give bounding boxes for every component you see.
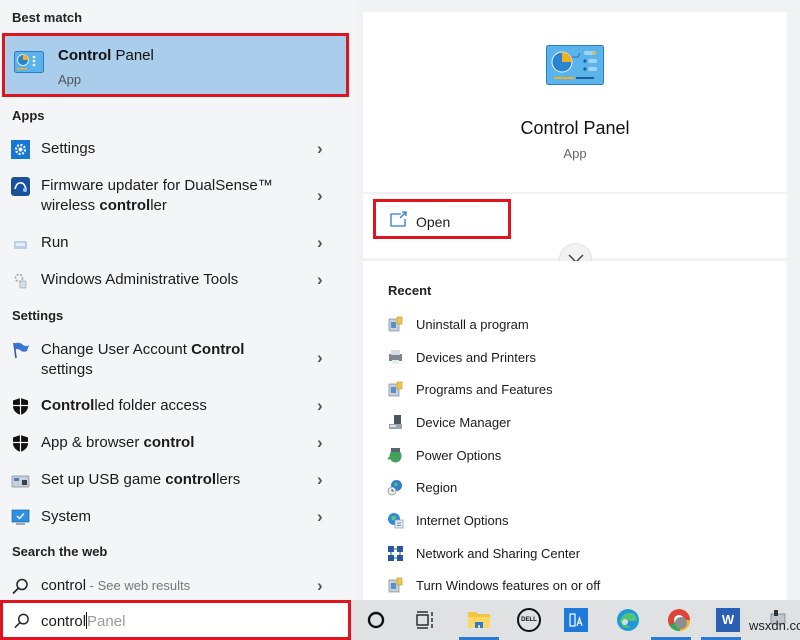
internet-options-icon (388, 513, 404, 529)
region-globe-icon (387, 480, 402, 496)
web-search-result[interactable]: control - See web results › (0, 576, 350, 598)
taskbar: DELL W wsxdn.com (351, 600, 800, 640)
recent-item-label: Region (416, 480, 458, 495)
open-button[interactable]: Open (373, 199, 511, 239)
app-detail-subtitle: App (563, 146, 587, 161)
chevron-right-icon[interactable]: › (317, 507, 323, 527)
recent-item-label: Device Manager (416, 415, 511, 430)
setting-result-label: Change User Account Control settings (41, 341, 245, 378)
setting-result-label: App & browser control (41, 434, 195, 451)
system-monitor-icon (11, 509, 30, 525)
chevron-right-icon[interactable]: › (317, 233, 323, 253)
search-query: controlPanel (41, 612, 126, 630)
network-icon (388, 546, 403, 561)
app-detail-title: Control Panel (520, 118, 630, 138)
watermark: wsxdn.com (749, 618, 800, 633)
file-explorer-icon (468, 612, 490, 628)
app-result-label: Windows Administrative Tools (41, 271, 239, 288)
setting-result-app-browser-control[interactable]: App & browser control › (0, 433, 350, 455)
app-detail-header: Control Panel App (363, 12, 787, 192)
programs-icon (388, 381, 403, 397)
dell-icon[interactable]: DELL (517, 608, 541, 632)
programs-icon (388, 316, 403, 332)
setting-result-label: System (41, 508, 92, 525)
app-result-label: Settings (41, 140, 96, 157)
chevron-right-icon[interactable]: › (317, 396, 323, 416)
power-options-icon (387, 448, 402, 463)
search-input[interactable]: controlPanel (0, 600, 351, 640)
cortana-icon[interactable] (364, 608, 388, 632)
search-icon (12, 578, 28, 595)
app-result-settings[interactable]: Settings › (0, 139, 350, 161)
windows-features-icon (388, 577, 403, 593)
run-icon (14, 241, 27, 249)
task-view-icon[interactable] (413, 608, 437, 632)
best-match-subtitle: App (58, 72, 82, 87)
app-result-firmware-updater[interactable]: Firmware updater for DualSense™ wireless… (0, 176, 350, 218)
best-match-heading: Best match (12, 10, 83, 25)
uac-flag-icon (13, 342, 29, 359)
shield-icon (13, 398, 28, 415)
control-panel-icon (14, 51, 44, 73)
setting-result-label: Set up USB game controllers (41, 471, 241, 488)
app-result-label: Run (41, 234, 69, 251)
setting-result-system[interactable]: System › (0, 507, 350, 529)
chevron-right-icon[interactable]: › (317, 576, 323, 596)
recent-item-label: Internet Options (416, 513, 509, 528)
search-results-panel: Best match Control Panel App Apps Settin… (0, 0, 357, 600)
recent-item-label: Power Options (416, 448, 502, 463)
recent-heading: Recent (388, 283, 432, 298)
printer-icon (389, 350, 402, 364)
setting-result-controlled-folder-access[interactable]: Controlled folder access › (0, 396, 350, 418)
control-panel-icon (546, 45, 604, 85)
edge-icon[interactable] (616, 608, 640, 632)
app-icon[interactable] (564, 608, 588, 632)
search-icon (14, 613, 29, 629)
chevron-right-icon[interactable]: › (317, 270, 323, 290)
recent-section: Recent Uninstall a program Devices and P… (363, 261, 787, 600)
settings-gear-icon (11, 140, 30, 159)
device-manager-icon (389, 415, 402, 429)
best-match-title: Control Panel (58, 47, 154, 64)
chevron-right-icon[interactable]: › (317, 348, 323, 368)
chevron-right-icon[interactable]: › (317, 139, 323, 159)
firmware-updater-icon (11, 177, 30, 196)
chevron-right-icon[interactable]: › (317, 433, 323, 453)
word-icon[interactable]: W (716, 608, 740, 632)
open-external-icon (390, 211, 407, 227)
chevron-right-icon[interactable]: › (317, 470, 323, 490)
setting-result-usb-game-controllers[interactable]: Set up USB game controllers › (0, 470, 350, 492)
admin-tools-icon (14, 273, 27, 289)
recent-item-label: Devices and Printers (416, 350, 536, 365)
settings-heading: Settings (12, 308, 64, 323)
apps-heading: Apps (12, 108, 45, 123)
recent-item-label: Network and Sharing Center (416, 546, 581, 561)
app-result-admin-tools[interactable]: Windows Administrative Tools › (0, 270, 350, 292)
web-result-label: control - See web results (41, 577, 191, 594)
setting-result-label: Controlled folder access (41, 397, 207, 414)
search-web-heading: Search the web (12, 544, 108, 559)
recent-item-label: Turn Windows features on or off (416, 578, 601, 593)
app-result-run[interactable]: Run › (0, 233, 350, 255)
app-result-label: Firmware updater for DualSense™ wireless… (41, 177, 273, 214)
setting-result-uac[interactable]: Change User Account Control settings › (0, 340, 350, 382)
recent-item-label: Uninstall a program (416, 317, 529, 332)
recent-item-label: Programs and Features (416, 382, 553, 397)
chevron-right-icon[interactable]: › (317, 186, 323, 206)
game-controller-icon (11, 475, 30, 488)
search-autocomplete: Panel (87, 613, 126, 630)
open-label: Open (416, 214, 451, 230)
shield-icon (13, 435, 28, 452)
best-match-control-panel[interactable]: Control Panel App (2, 33, 349, 97)
file-explorer-button[interactable] (459, 604, 499, 640)
chrome-icon[interactable] (667, 608, 691, 632)
